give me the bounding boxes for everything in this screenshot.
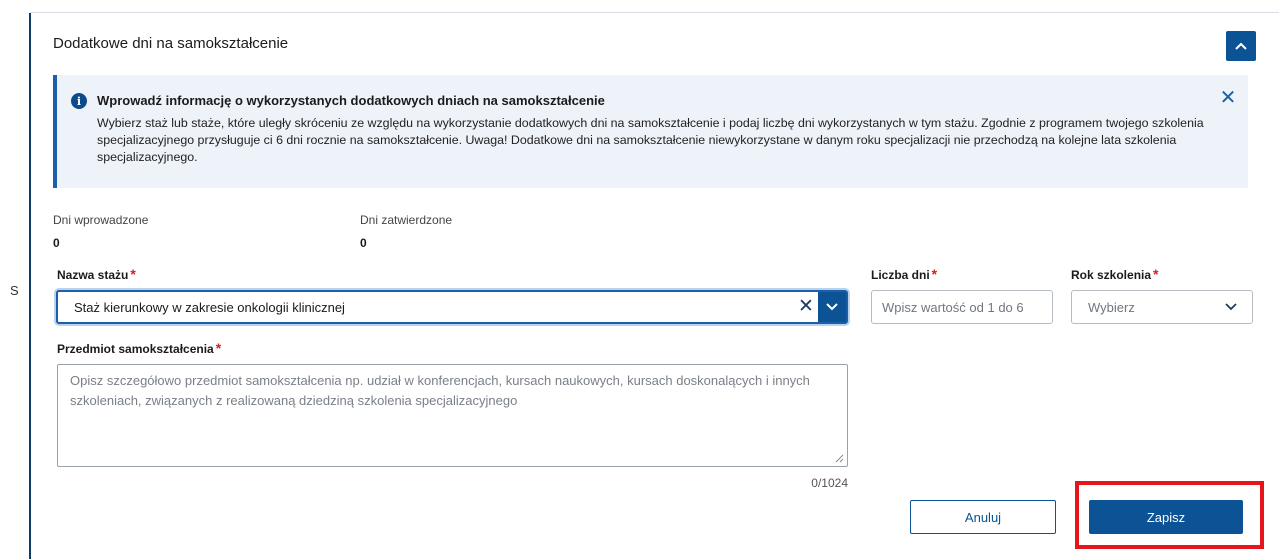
chevron-up-icon (1235, 42, 1247, 50)
cancel-button[interactable]: Anuluj (910, 500, 1056, 534)
year-select[interactable]: Wybierz (1071, 290, 1253, 324)
approved-days-value: 0 (360, 236, 367, 250)
internship-label: Nazwa stażu * (57, 266, 136, 282)
internship-label-text: Nazwa stażu (57, 268, 129, 282)
save-button-highlight (1075, 481, 1264, 549)
days-input[interactable] (871, 290, 1053, 324)
subject-textarea[interactable] (57, 364, 848, 467)
year-label-text: Rok szkolenia (1071, 268, 1152, 282)
subject-label-text: Przedmiot samokształcenia (57, 342, 214, 356)
info-icon: i (71, 93, 87, 109)
required-marker: * (931, 266, 938, 282)
info-alert: i Wprowadź informację o wykorzystanych d… (53, 75, 1248, 188)
dropdown-button[interactable] (818, 292, 846, 322)
internship-select-value: Staż kierunkowy w zakresie onkologii kli… (74, 300, 345, 315)
character-counter: 0/1024 (811, 476, 848, 490)
year-select-value: Wybierz (1088, 300, 1135, 315)
days-label: Liczba dni * (871, 266, 937, 282)
clear-icon[interactable]: ✕ (796, 295, 816, 319)
panel-left-border (29, 13, 31, 559)
approved-days-label: Dni zatwierdzone (360, 213, 453, 227)
required-marker: * (130, 266, 136, 282)
close-icon[interactable]: ✕ (1217, 87, 1239, 109)
collapse-button[interactable] (1226, 31, 1256, 61)
alert-title: Wprowadź informację o wykorzystanych dod… (97, 93, 605, 108)
background-partial-text: S (10, 283, 19, 298)
top-strip (0, 0, 1279, 11)
required-marker: * (1153, 266, 1159, 282)
days-label-text: Liczba dni (871, 268, 930, 282)
required-marker: * (215, 340, 222, 356)
entered-days-value: 0 (53, 236, 60, 250)
entered-days-label: Dni wprowadzone (53, 213, 149, 227)
panel-title: Dodatkowe dni na samokształcenie (53, 35, 289, 52)
chevron-down-icon (1225, 303, 1237, 311)
year-label: Rok szkolenia * (1071, 266, 1158, 282)
alert-body: Wybierz staż lub staże, które uległy skr… (97, 116, 1204, 164)
internship-select[interactable]: Staż kierunkowy w zakresie onkologii kli… (56, 290, 848, 324)
subject-label: Przedmiot samokształcenia * (57, 340, 221, 356)
chevron-down-icon (826, 303, 838, 311)
resize-handle-icon[interactable] (834, 453, 844, 463)
panel-top-border (30, 12, 1279, 13)
